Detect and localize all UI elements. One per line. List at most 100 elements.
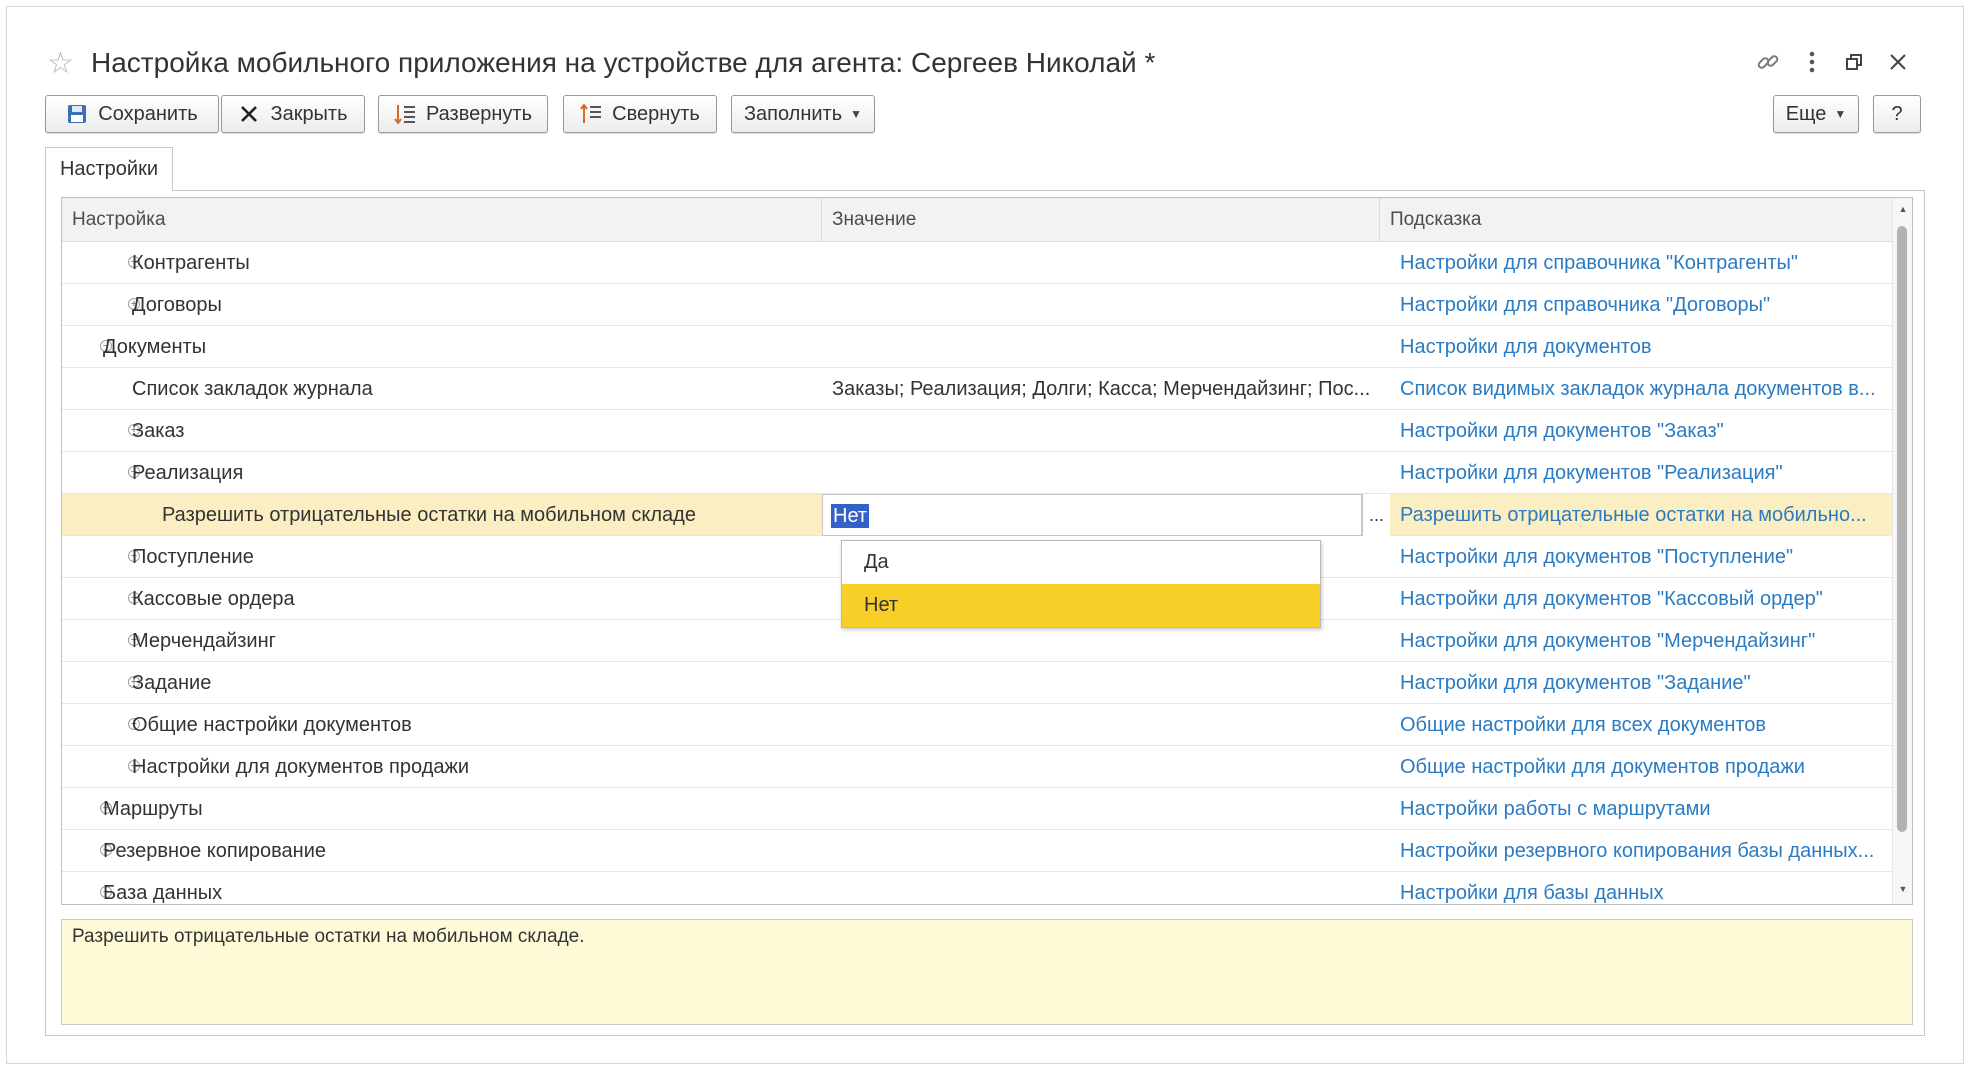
tree-row[interactable]: + База данных Настройки для базы данных xyxy=(62,872,1892,904)
select-ellipsis-button[interactable]: ... xyxy=(1362,494,1390,536)
setting-name: Мерчендайзинг xyxy=(132,630,276,652)
help-button[interactable]: ? xyxy=(1873,95,1921,133)
tree-row[interactable]: − Документы Настройки для документов xyxy=(62,326,1892,368)
hint-link[interactable]: Настройки для документов "Заказ" xyxy=(1390,410,1890,452)
setting-name: Контрагенты xyxy=(132,252,250,274)
toolbar: Сохранить Закрыть Развернуть Свернуть За… xyxy=(7,95,1963,135)
setting-cell: + Договоры xyxy=(62,284,822,326)
hint-link[interactable]: Настройки резервного копирования базы да… xyxy=(1390,830,1890,872)
column-header-hint[interactable]: Подсказка xyxy=(1380,198,1892,242)
setting-name: База данных xyxy=(103,882,223,904)
hint-link[interactable]: Настройки для документов "Поступление" xyxy=(1390,536,1890,578)
scroll-up-icon[interactable]: ▲ xyxy=(1893,200,1912,218)
setting-name: Настройки для документов продажи xyxy=(132,756,470,778)
value-cell[interactable]: Заказы; Реализация; Долги; Касса; Мерчен… xyxy=(822,368,1380,410)
setting-cell: + Настройки для документов продажи xyxy=(62,746,822,788)
hint-link[interactable]: Настройки для справочника "Договоры" xyxy=(1390,284,1890,326)
hint-link[interactable]: Настройки работы с маршрутами xyxy=(1390,788,1890,830)
setting-name: Договоры xyxy=(132,294,222,316)
setting-name: Документы xyxy=(103,336,207,358)
value-cell[interactable] xyxy=(822,830,1380,872)
dropdown-option-yes[interactable]: Да xyxy=(842,541,1320,584)
more-icon[interactable] xyxy=(1795,45,1829,79)
value-cell[interactable] xyxy=(822,704,1380,746)
setting-name: Задание xyxy=(132,672,212,694)
chevron-down-icon: ▼ xyxy=(850,107,863,121)
setting-name: Заказ xyxy=(132,420,185,442)
hint-link[interactable]: Настройки для документов "Кассовый ордер… xyxy=(1390,578,1890,620)
hint-link[interactable]: Настройки для документов xyxy=(1390,326,1890,368)
setting-cell: + Поступление xyxy=(62,536,822,578)
value-cell[interactable] xyxy=(822,284,1380,326)
close-button[interactable]: Закрыть xyxy=(221,95,365,133)
scroll-thumb[interactable] xyxy=(1897,226,1907,832)
restore-icon[interactable] xyxy=(1837,45,1871,79)
value-cell[interactable] xyxy=(822,746,1380,788)
fill-label: Заполнить xyxy=(743,102,843,125)
dropdown-option-no[interactable]: Нет xyxy=(842,584,1320,627)
value-cell[interactable] xyxy=(822,788,1380,830)
close-label: Закрыть xyxy=(270,102,348,125)
hint-link[interactable]: Общие настройки для документов продажи xyxy=(1390,746,1890,788)
hint-link[interactable]: Настройки для базы данных xyxy=(1390,872,1890,904)
column-header-setting[interactable]: Настройка xyxy=(62,198,822,242)
collapse-label: Свернуть xyxy=(612,102,700,125)
tree-row[interactable]: + Договоры Настройки для справочника "Дого… xyxy=(62,284,1892,326)
window-title: Настройка мобильного приложения на устро… xyxy=(91,47,1156,78)
setting-cell: + Контрагенты xyxy=(62,242,822,284)
tab-settings[interactable]: Настройки xyxy=(45,147,173,191)
title-bar: ☆ Настройка мобильного приложения на уст… xyxy=(7,35,1963,91)
tree-row[interactable]: + Контрагенты Настройки для справочника "К… xyxy=(62,242,1892,284)
tree-row[interactable]: Список закладок журнала Заказы; Реализаци… xyxy=(62,368,1892,410)
scroll-down-icon[interactable]: ▼ xyxy=(1893,880,1912,898)
setting-cell: + Заказ xyxy=(62,410,822,452)
value-cell[interactable] xyxy=(822,242,1380,284)
settings-window: ☆ Настройка мобильного приложения на уст… xyxy=(6,6,1964,1064)
setting-cell: − Документы xyxy=(62,326,822,368)
tree-row[interactable]: Разрешить отрицательные остатки на мобил… xyxy=(62,494,1892,536)
tree-row[interactable]: − Реализация Настройки для документов "Реа… xyxy=(62,452,1892,494)
hint-link[interactable]: Настройки для документов "Мерчендайзинг" xyxy=(1390,620,1890,662)
save-label: Сохранить xyxy=(98,102,198,125)
tree-row[interactable]: + Задание Настройки для документов "Задани… xyxy=(62,662,1892,704)
hint-panel: Разрешить отрицательные остатки на мобил… xyxy=(61,919,1913,1025)
vertical-scrollbar[interactable]: ▲ ▼ xyxy=(1892,198,1912,904)
close-icon[interactable] xyxy=(1881,45,1915,79)
hint-link[interactable]: Настройки для справочника "Контрагенты" xyxy=(1390,242,1890,284)
more-actions-button[interactable]: Еще ▼ xyxy=(1773,95,1859,133)
setting-name: Реализация xyxy=(132,462,244,484)
tree-row[interactable]: + Резервное копирование Настройки резервно… xyxy=(62,830,1892,872)
hint-link[interactable]: Список видимых закладок журнала документ… xyxy=(1390,368,1890,410)
help-label: ? xyxy=(1891,102,1903,125)
tree-row[interactable]: + Настройки для документов продажи Общие н… xyxy=(62,746,1892,788)
tree-row[interactable]: + Заказ Настройки для документов "Заказ" xyxy=(62,410,1892,452)
link-icon[interactable] xyxy=(1751,45,1785,79)
fill-button[interactable]: Заполнить ▼ xyxy=(731,95,875,133)
hint-link[interactable]: Настройки для документов "Задание" xyxy=(1390,662,1890,704)
setting-cell: + Общие настройки документов xyxy=(62,704,822,746)
hint-link[interactable]: Общие настройки для всех документов xyxy=(1390,704,1890,746)
setting-cell: + Резервное копирование xyxy=(62,830,822,872)
column-header-value[interactable]: Значение xyxy=(822,198,1380,242)
value-cell[interactable] xyxy=(822,662,1380,704)
save-button[interactable]: Сохранить xyxy=(45,95,219,133)
tree-row[interactable]: + Маршруты Настройки работы с маршрутами xyxy=(62,788,1892,830)
hint-text: Разрешить отрицательные остатки на мобил… xyxy=(72,926,585,947)
expand-button[interactable]: Развернуть xyxy=(378,95,548,133)
collapse-button[interactable]: Свернуть xyxy=(563,95,717,133)
value-cell[interactable] xyxy=(822,872,1380,904)
setting-name: Разрешить отрицательные остатки на мобил… xyxy=(162,504,696,526)
setting-cell: − Реализация xyxy=(62,452,822,494)
hint-link[interactable]: Разрешить отрицательные остатки на мобил… xyxy=(1390,494,1890,536)
tree-row[interactable]: + Общие настройки документов Общие настрой… xyxy=(62,704,1892,746)
setting-cell: + Мерчендайзинг xyxy=(62,620,822,662)
favorite-star-icon[interactable]: ☆ xyxy=(47,49,74,79)
close-x-icon xyxy=(238,103,260,125)
value-cell[interactable] xyxy=(822,410,1380,452)
hint-link[interactable]: Настройки для документов "Реализация" xyxy=(1390,452,1890,494)
value-selected-text: Нет xyxy=(831,504,870,528)
setting-cell: + Кассовые ордера xyxy=(62,578,822,620)
value-input[interactable]: Нет xyxy=(822,494,1362,536)
value-cell[interactable] xyxy=(822,326,1380,368)
value-cell[interactable] xyxy=(822,452,1380,494)
